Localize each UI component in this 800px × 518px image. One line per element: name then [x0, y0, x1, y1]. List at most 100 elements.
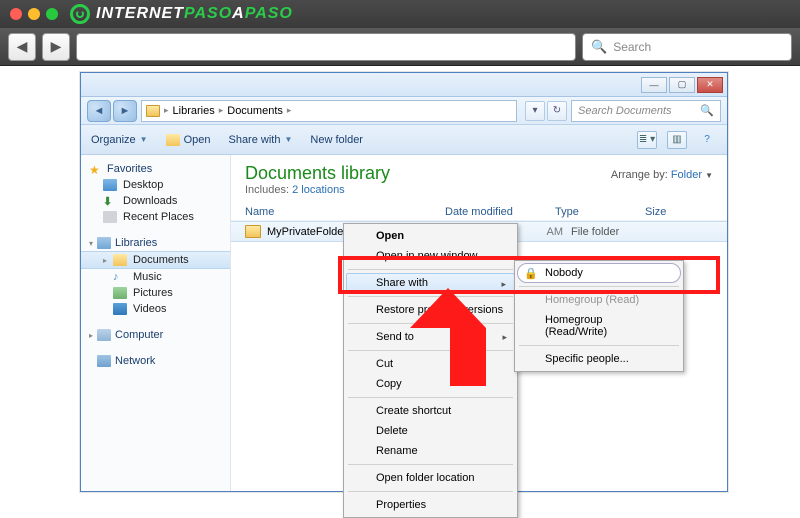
chevron-right-icon: ▸ [502, 332, 507, 343]
pictures-icon [113, 287, 127, 299]
star-icon: ★ [89, 163, 103, 175]
lock-icon: 🔒 [524, 267, 538, 280]
ctx-share-with[interactable]: Share with▸ [346, 273, 515, 293]
ctx-rename[interactable]: Rename [346, 441, 515, 461]
sidebar-item-recent[interactable]: Recent Places [81, 209, 230, 225]
ctx-open-folder-location[interactable]: Open folder location [346, 468, 515, 488]
sidebar-item-videos[interactable]: ▸Videos [81, 301, 230, 317]
search-icon: 🔍 [700, 104, 714, 117]
minimize-dot[interactable] [28, 8, 40, 20]
computer-icon [97, 329, 111, 341]
folder-icon [245, 225, 261, 238]
refresh-button[interactable]: ↻ [547, 101, 567, 121]
sidebar-item-network[interactable]: ▸Network [81, 353, 230, 369]
browser-titlebar: INTERNETPASOAPASO [0, 0, 800, 28]
logo-part-3: A [232, 5, 245, 22]
url-input[interactable] [76, 33, 576, 61]
sidebar-item-downloads[interactable]: ⬇Downloads [81, 193, 230, 209]
ctx-delete[interactable]: Delete [346, 421, 515, 441]
ctx-properties[interactable]: Properties [346, 495, 515, 515]
chevron-right-icon: ▸ [219, 105, 224, 116]
chevron-right-icon: ▸ [164, 105, 169, 116]
sidebar-item-music[interactable]: ▸♪Music [81, 269, 230, 285]
column-name[interactable]: Name [245, 206, 445, 218]
browser-toolbar: ◀ ▶ 🔍 Search [0, 28, 800, 66]
column-size[interactable]: Size [645, 206, 695, 218]
folder-icon [166, 134, 180, 146]
breadcrumb-current[interactable]: Documents [227, 105, 283, 117]
sidebar-item-computer[interactable]: ▸Computer [81, 327, 230, 343]
help-button[interactable]: ? [697, 131, 717, 149]
sidebar-libraries-header[interactable]: ▾Libraries [81, 235, 230, 251]
window-controls-mac [10, 8, 58, 20]
chevron-right-icon: ▸ [287, 105, 292, 116]
ctx-cut[interactable]: Cut [346, 354, 515, 374]
row-type: File folder [571, 226, 661, 238]
folder-icon [146, 105, 160, 117]
view-options-button[interactable]: ≣ ▾ [637, 131, 657, 149]
explorer-titlebar: — ▢ ✕ [81, 73, 727, 97]
submenu-homegroup-read[interactable]: Homegroup (Read) [517, 290, 681, 310]
maximize-button[interactable]: ▢ [669, 77, 695, 93]
breadcrumb[interactable]: ▸ Libraries ▸ Documents ▸ [141, 100, 517, 122]
logo-text: INTERNETPASOAPASO [96, 5, 293, 23]
organize-menu[interactable]: Organize▼ [91, 134, 148, 146]
desktop-icon [103, 179, 117, 191]
context-menu: Open Open in new window Share with▸ Rest… [343, 223, 518, 518]
breadcrumb-root[interactable]: Libraries [173, 105, 215, 117]
sidebar-item-pictures[interactable]: ▸Pictures [81, 285, 230, 301]
submenu-specific-people[interactable]: Specific people... [517, 349, 681, 369]
browser-search-input[interactable]: 🔍 Search [582, 33, 792, 61]
chevron-right-icon: ▸ [103, 256, 107, 265]
sidebar-item-documents[interactable]: ▸Documents [81, 251, 230, 269]
submenu-homegroup-rw[interactable]: Homegroup (Read/Write) [517, 310, 681, 342]
share-with-menu[interactable]: Share with▼ [228, 134, 292, 146]
explorer-back-button[interactable]: ◄ [87, 100, 111, 122]
logo-part-2: PASO [184, 5, 232, 22]
column-headers[interactable]: Name Date modified Type Size [231, 202, 727, 221]
locations-link[interactable]: 2 locations [292, 184, 345, 196]
ctx-restore-versions[interactable]: Restore previous versions [346, 300, 515, 320]
forward-button[interactable]: ▶ [42, 33, 70, 61]
explorer-search-input[interactable]: Search Documents 🔍 [571, 100, 721, 122]
explorer-toolbar: Organize▼ Open Share with▼ New folder ≣ … [81, 125, 727, 155]
libraries-icon [97, 237, 111, 249]
chevron-down-icon: ▾ [89, 239, 93, 248]
ctx-send-to[interactable]: Send to▸ [346, 327, 515, 347]
submenu-nobody[interactable]: 🔒Nobody [517, 263, 681, 283]
preview-pane-button[interactable]: ▥ [667, 131, 687, 149]
downloads-icon: ⬇ [103, 195, 117, 207]
sidebar-favorites-header[interactable]: ★Favorites [81, 161, 230, 177]
share-with-submenu: 🔒Nobody Homegroup (Read) Homegroup (Read… [514, 260, 684, 372]
music-icon: ♪ [113, 271, 127, 283]
ctx-open[interactable]: Open [346, 226, 515, 246]
maximize-dot[interactable] [46, 8, 58, 20]
logo-swirl-icon [70, 4, 90, 24]
ctx-copy[interactable]: Copy [346, 374, 515, 394]
back-button[interactable]: ◀ [8, 33, 36, 61]
breadcrumb-dropdown-button[interactable]: ▾ [525, 101, 545, 121]
chevron-right-icon: ▸ [501, 279, 506, 290]
column-modified[interactable]: Date modified [445, 206, 555, 218]
close-button[interactable]: ✕ [697, 77, 723, 93]
explorer-forward-button[interactable]: ► [113, 100, 137, 122]
recent-icon [103, 211, 117, 223]
new-folder-button[interactable]: New folder [310, 134, 363, 146]
logo-part-1: INTERNET [96, 5, 184, 22]
arrange-by[interactable]: Arrange by: Folder ▼ [611, 169, 713, 181]
site-logo: INTERNETPASOAPASO [70, 4, 293, 24]
column-type[interactable]: Type [555, 206, 645, 218]
minimize-button[interactable]: — [641, 77, 667, 93]
search-icon: 🔍 [591, 39, 607, 55]
ctx-create-shortcut[interactable]: Create shortcut [346, 401, 515, 421]
videos-icon [113, 303, 127, 315]
documents-icon [113, 254, 127, 266]
open-button[interactable]: Open [166, 134, 211, 146]
close-dot[interactable] [10, 8, 22, 20]
ctx-open-new-window[interactable]: Open in new window [346, 246, 515, 266]
browser-search-placeholder: Search [613, 40, 651, 54]
chevron-right-icon: ▸ [89, 331, 93, 340]
explorer-navbar: ◄ ► ▸ Libraries ▸ Documents ▸ ▾ ↻ Search… [81, 97, 727, 125]
logo-part-4: PASO [245, 5, 293, 22]
sidebar-item-desktop[interactable]: Desktop [81, 177, 230, 193]
